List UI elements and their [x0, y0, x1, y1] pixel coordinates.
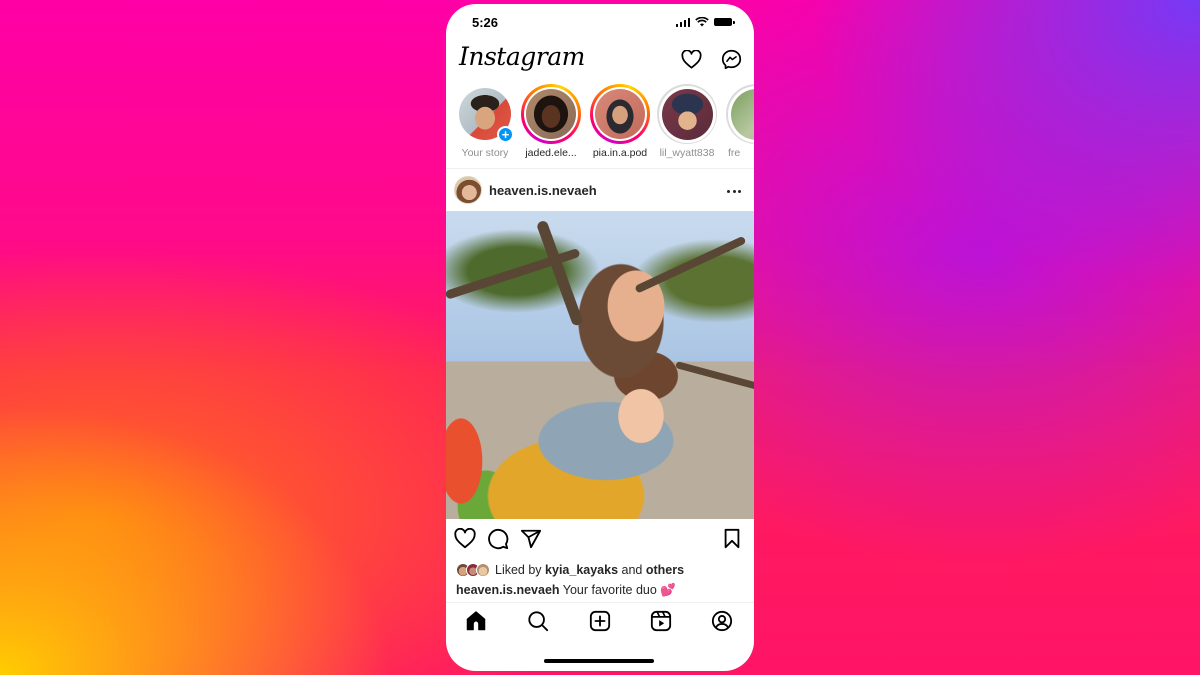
likes-summary[interactable]: Liked by kyia_kayaks and others [456, 562, 744, 578]
nav-search[interactable] [527, 610, 551, 634]
like-button[interactable] [454, 527, 478, 552]
post-actions [446, 526, 754, 556]
likes-prefix: Liked by [495, 563, 542, 577]
bookmark-icon [724, 528, 740, 549]
wifi-icon [695, 17, 709, 27]
share-icon [520, 529, 542, 549]
share-button[interactable] [520, 528, 544, 552]
bottom-nav [446, 610, 754, 638]
instagram-logo: Instagram [459, 42, 585, 71]
tree-branch [634, 235, 747, 294]
story-ring [657, 84, 717, 144]
messenger-button[interactable] [720, 48, 742, 70]
post-header: heaven.is.nevaeh [446, 174, 754, 212]
heart-icon [680, 49, 702, 69]
story-username: pia.in.a.pod [592, 147, 648, 159]
status-icons [675, 17, 735, 27]
story-ring [590, 84, 650, 144]
reels-icon [650, 610, 672, 632]
tree-branch [675, 361, 754, 392]
avatar [595, 89, 645, 139]
phone-screen: 5:26 Instagram + Your story jaded.ele...… [446, 4, 754, 671]
home-indicator[interactable] [544, 659, 654, 663]
avatar [730, 88, 754, 140]
likes-others-link[interactable]: others [646, 563, 684, 577]
story-username: Your story [461, 147, 509, 159]
nav-home[interactable] [465, 610, 489, 634]
more-options-icon[interactable] [724, 181, 744, 201]
story-username: jaded.ele... [525, 147, 577, 159]
liker-username[interactable]: kyia_kayaks [545, 563, 618, 577]
signal-icon [675, 17, 690, 27]
nav-create[interactable] [589, 610, 613, 634]
story-ring [521, 84, 581, 144]
nav-profile[interactable] [711, 610, 735, 634]
story-item[interactable]: pia.in.a.pod [586, 84, 654, 159]
story-item[interactable]: jaded.ele... [517, 84, 585, 159]
add-story-badge[interactable]: + [497, 126, 514, 143]
status-bar: 5:26 [446, 4, 754, 40]
notifications-button[interactable] [680, 48, 702, 70]
stories-tray: + Your story jaded.ele... pia.in.a.pod l… [446, 84, 754, 164]
comment-icon [488, 528, 509, 550]
liker-avatars [456, 563, 490, 577]
heart-icon [454, 527, 476, 549]
story-item[interactable]: lil_wyatt838 [653, 84, 721, 159]
comment-button[interactable] [487, 528, 511, 552]
battery-icon [714, 18, 735, 26]
story-username: fre [728, 147, 741, 159]
messenger-icon [721, 49, 741, 69]
story-your-story[interactable]: + Your story [451, 84, 519, 159]
avatar [661, 88, 713, 140]
caption-text: Your favorite duo 💕 [562, 583, 676, 597]
story-username: lil_wyatt838 [659, 147, 715, 159]
nav-divider [446, 602, 754, 603]
caption-username[interactable]: heaven.is.nevaeh [456, 583, 560, 597]
post-photo[interactable] [446, 211, 754, 519]
top-bar: Instagram [446, 40, 754, 84]
save-button[interactable] [722, 528, 746, 552]
profile-icon [711, 610, 733, 632]
story-item[interactable]: fre [722, 84, 754, 159]
story-ring: + [455, 84, 515, 144]
post-caption: heaven.is.nevaeh Your favorite duo 💕 [456, 583, 744, 598]
avatar [526, 89, 576, 139]
post-author-avatar[interactable] [454, 176, 482, 204]
post-author-username[interactable]: heaven.is.nevaeh [489, 183, 597, 198]
tree-branch [535, 219, 584, 327]
avatar [476, 563, 490, 577]
likes-connector: and [621, 563, 643, 577]
nav-reels[interactable] [650, 610, 674, 634]
plus-square-icon [589, 610, 611, 632]
search-icon [528, 611, 549, 632]
story-ring [726, 84, 754, 144]
status-time: 5:26 [472, 15, 499, 30]
stories-divider [446, 168, 754, 169]
home-icon [466, 611, 486, 631]
